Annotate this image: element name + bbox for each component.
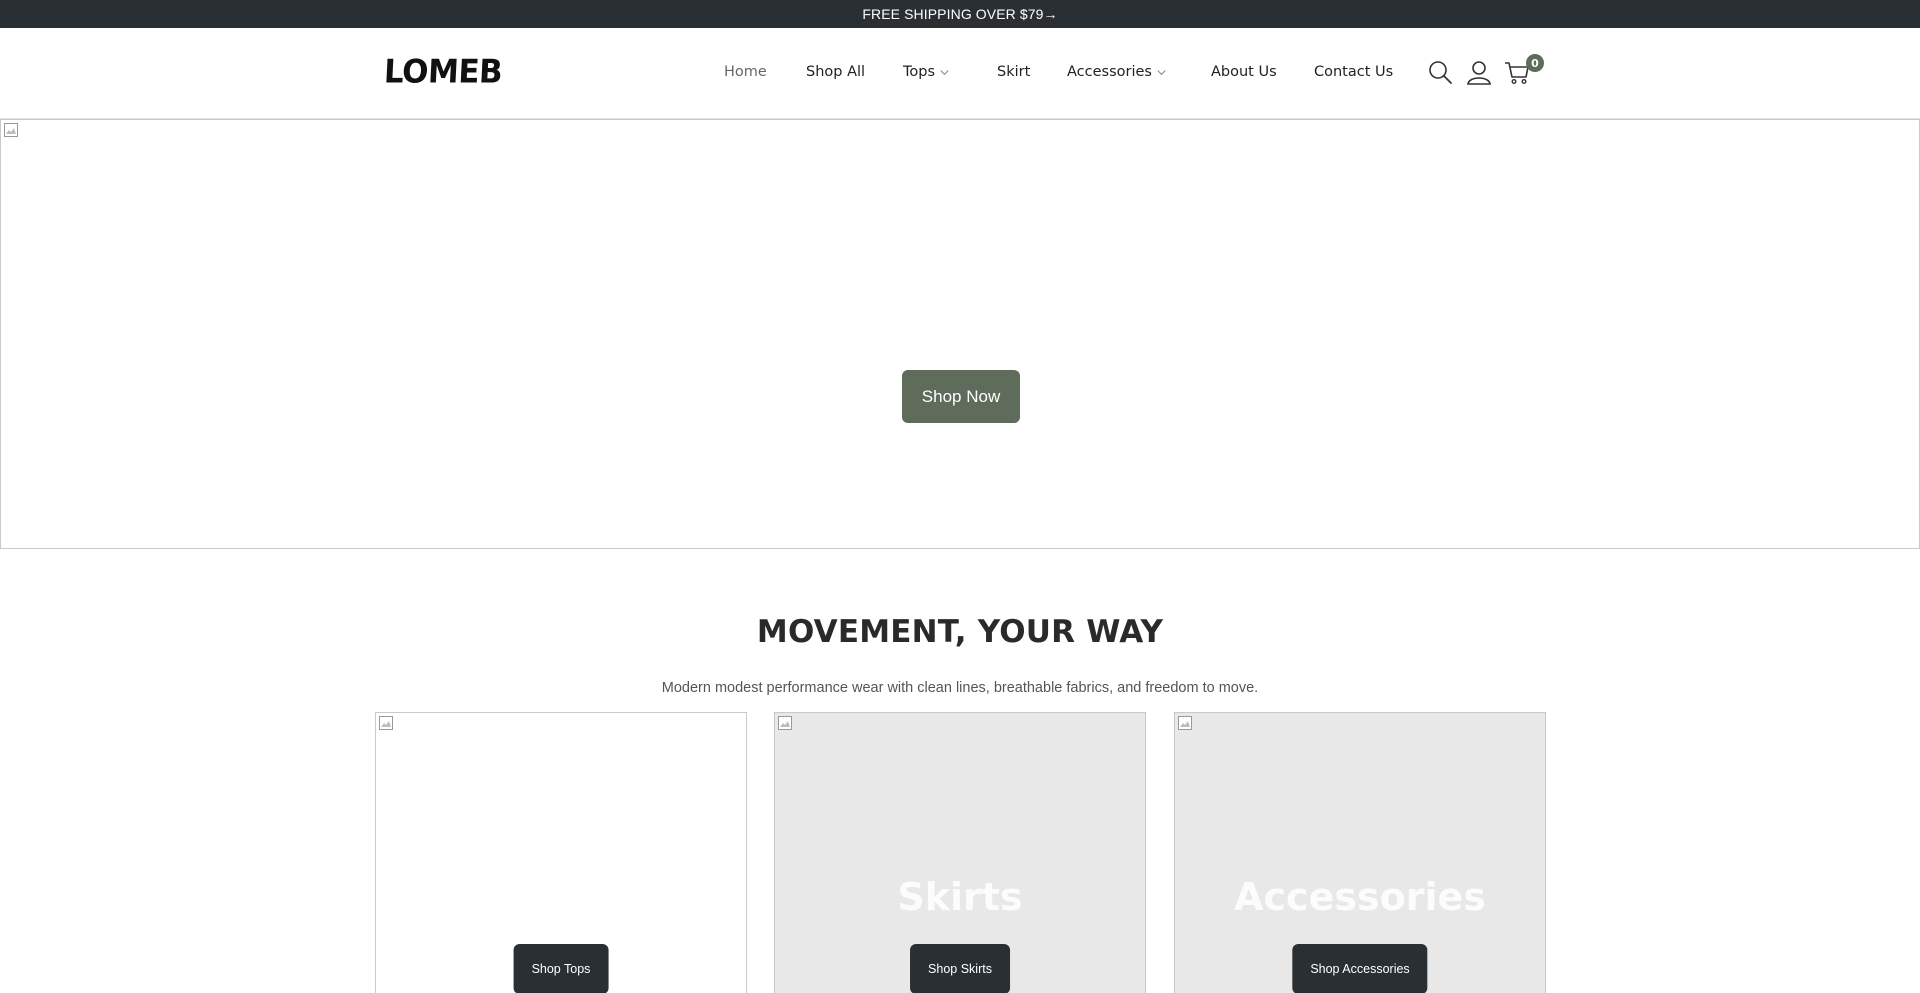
shop-tops-button[interactable]: Shop Tops	[513, 944, 609, 993]
nav-accessories-label: Accessories	[1067, 64, 1152, 80]
announcement-bar[interactable]: FREE SHIPPING OVER $79→	[0, 0, 1920, 28]
shop-now-button[interactable]: Shop Now	[902, 370, 1020, 423]
search-icon[interactable]	[1426, 58, 1454, 86]
broken-image-icon	[379, 716, 393, 730]
nav-tops[interactable]: Tops	[903, 64, 950, 80]
nav-about-us[interactable]: About Us	[1211, 64, 1277, 80]
chevron-down-icon	[1157, 69, 1166, 75]
collection-card-skirts[interactable]: Skirts Shop Skirts	[774, 712, 1146, 993]
card-title: Skirts	[897, 875, 1023, 919]
chevron-down-icon	[940, 69, 949, 75]
announcement-text[interactable]: FREE SHIPPING OVER $79→	[862, 6, 1057, 22]
nav-accessories[interactable]: Accessories	[1067, 64, 1167, 80]
nav-skirt[interactable]: Skirt	[997, 64, 1030, 80]
nav-tops-label: Tops	[903, 64, 936, 80]
section-title: MOVEMENT, YOUR WAY	[756, 614, 1164, 650]
account-icon[interactable]	[1465, 58, 1493, 86]
nav-shop-all[interactable]: Shop All	[806, 64, 865, 80]
card-title: Accessories	[1234, 875, 1486, 919]
nav-about-us-label: About Us	[1211, 64, 1277, 80]
hero-banner: Shop Now	[0, 119, 1920, 549]
collection-card-accessories[interactable]: Accessories Shop Accessories	[1174, 712, 1546, 993]
broken-image-icon	[778, 716, 792, 730]
cart-count-badge[interactable]: 0	[1526, 54, 1544, 72]
nav-skirt-label: Skirt	[997, 64, 1031, 80]
nav-contact-us-label: Contact Us	[1314, 64, 1394, 80]
main-nav: Home Shop All Tops Skirt Accessories Abo…	[0, 28, 1920, 119]
shop-skirts-button[interactable]: Shop Skirts	[910, 944, 1010, 993]
nav-home-label: Home	[724, 64, 767, 80]
broken-image-icon	[1178, 716, 1192, 730]
site-header: LOMEB Home Shop All Tops Skirt Accessori…	[0, 28, 1920, 119]
nav-shop-all-label: Shop All	[806, 64, 866, 80]
shop-accessories-button[interactable]: Shop Accessories	[1292, 944, 1428, 993]
collection-card-tops[interactable]: Shop Tops	[375, 712, 747, 993]
nav-contact-us[interactable]: Contact Us	[1314, 64, 1393, 80]
broken-image-icon	[4, 123, 18, 137]
nav-home[interactable]: Home	[724, 64, 767, 80]
section-subtitle: Modern modest performance wear with clea…	[661, 680, 1259, 696]
